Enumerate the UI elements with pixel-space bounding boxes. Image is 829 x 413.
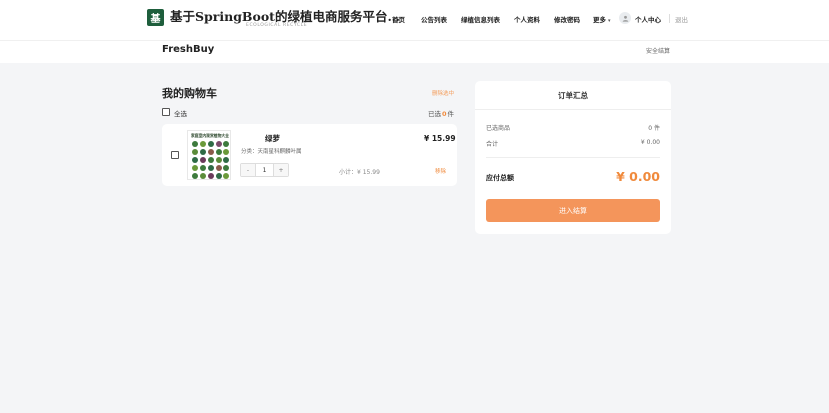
product-price: ¥ 15.99 — [424, 134, 456, 143]
item-checkbox[interactable] — [171, 151, 179, 159]
summary-divider — [486, 157, 660, 158]
chevron-down-icon: ▾ — [608, 18, 611, 24]
quantity-increase-button[interactable]: + — [274, 164, 288, 176]
select-all-checkbox[interactable] — [162, 108, 170, 116]
payable-value: ¥ 0.00 — [616, 169, 660, 184]
select-all-label[interactable]: 全选 — [174, 108, 187, 118]
product-name[interactable]: 绿萝 — [265, 133, 280, 144]
selected-goods-value: 0 件 — [648, 125, 660, 132]
site-logo[interactable]: 基 — [147, 9, 164, 26]
item-subtotal: 小计：¥ 15.99 — [339, 169, 380, 176]
nav-divider — [669, 14, 670, 23]
nav-plants[interactable]: 绿植信息列表 — [461, 14, 500, 24]
product-image[interactable]: 家庭室内观赏植物大全 — [187, 130, 231, 180]
top-navbar: 基 基于SpringBoot的绿植电商服务平台… ECOLOGICAL RECY… — [0, 0, 829, 40]
selected-prefix: 已选 — [428, 110, 441, 118]
quantity-decrease-button[interactable]: - — [241, 164, 255, 176]
product-category: 分类：天南星科麒麟叶属 — [241, 149, 302, 155]
quantity-stepper: - 1 + — [240, 163, 289, 177]
selected-count-number: 0 — [442, 110, 447, 118]
payable-label: 应付总额 — [486, 174, 514, 182]
user-icon-glyph — [622, 15, 628, 22]
nav-notices[interactable]: 公告列表 — [421, 14, 447, 24]
nav-profile[interactable]: 个人资料 — [514, 14, 540, 24]
logout-link[interactable]: 退出 — [675, 14, 688, 24]
secure-checkout-label: 安全结算 — [646, 48, 671, 55]
selected-goods-label: 已选商品 — [486, 125, 511, 132]
cart-item: 家庭室内观赏植物大全 绿萝 分类：天南星科麒麟叶属 ¥ 15.99 - 1 + … — [162, 124, 457, 186]
quantity-input[interactable]: 1 — [255, 164, 274, 176]
nav-home[interactable]: 首页 — [392, 14, 405, 24]
order-summary: 订单汇总 已选商品 0 件 合计 ¥ 0.00 应付总额 ¥ 0.00 进入结算 — [475, 81, 671, 234]
remove-item-button[interactable]: 移除 — [435, 167, 446, 175]
nav-user-center[interactable]: 个人中心 — [635, 14, 661, 24]
site-subtitle: ECOLOGICAL RECYCLE — [246, 23, 308, 28]
cart-title: 我的购物车 — [162, 87, 217, 100]
sub-header: FreshBuy 安全结算 — [0, 40, 829, 63]
nav-more[interactable]: 更多 ▾ — [593, 14, 611, 24]
nav-password[interactable]: 修改密码 — [554, 14, 580, 24]
summary-title: 订单汇总 — [475, 81, 671, 110]
user-icon[interactable] — [619, 12, 631, 24]
selected-count: 已选0件 — [428, 108, 454, 118]
total-value: ¥ 0.00 — [640, 139, 660, 146]
nav-more-label: 更多 — [593, 16, 606, 24]
selected-suffix: 件 — [447, 110, 455, 118]
checkout-button[interactable]: 进入结算 — [486, 199, 660, 222]
total-label: 合计 — [486, 141, 499, 148]
remove-selected-button[interactable]: 删除选中 — [432, 89, 454, 97]
brand-name[interactable]: FreshBuy — [162, 44, 214, 55]
plant-illustration — [192, 141, 229, 179]
